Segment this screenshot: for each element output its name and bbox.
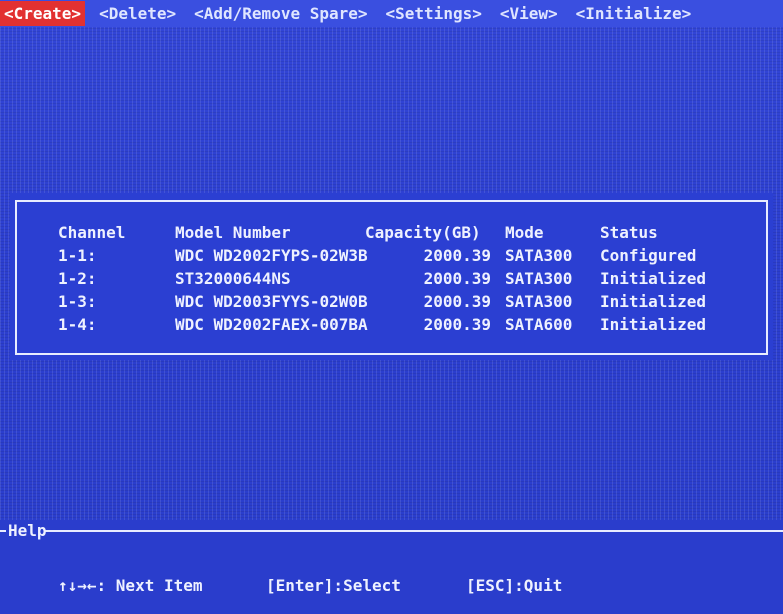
header-status: Status bbox=[600, 223, 658, 242]
cell-channel: 1-3: bbox=[58, 292, 97, 311]
cell-mode: SATA300 bbox=[505, 292, 573, 311]
cell-channel: 1-2: bbox=[58, 269, 97, 288]
table-row[interactable]: 1-4: WDC WD2002FAEX-007BA 2000.39 SATA60… bbox=[58, 313, 750, 336]
cell-model: WDC WD2002FYPS-02W3B bbox=[175, 246, 368, 265]
cell-channel: 1-4: bbox=[58, 315, 97, 334]
cell-status: Configured bbox=[600, 246, 697, 265]
cell-model: WDC WD2002FAEX-007BA bbox=[175, 315, 368, 334]
menu-bar: <Create> <Delete> <Add/Remove Spare> <Se… bbox=[0, 0, 783, 27]
header-capacity: Capacity(GB) bbox=[365, 223, 481, 242]
cell-capacity: 2000.39 bbox=[423, 269, 491, 288]
header-channel: Channel bbox=[58, 223, 126, 242]
help-divider-left bbox=[0, 530, 6, 532]
menu-view[interactable]: <View> bbox=[496, 1, 562, 26]
drive-list-panel: Channel Model Number Capacity(GB) Mode S… bbox=[10, 193, 773, 360]
drive-table: Channel Model Number Capacity(GB) Mode S… bbox=[58, 221, 750, 336]
table-row[interactable]: 1-2: ST32000644NS 2000.39 SATA300 Initia… bbox=[58, 267, 750, 290]
cell-mode: SATA300 bbox=[505, 269, 573, 288]
help-panel: Help ↑↓→←: Next Item [Enter]:Select [ESC… bbox=[0, 520, 783, 614]
menu-create[interactable]: <Create> bbox=[0, 1, 86, 26]
cell-capacity: 2000.39 bbox=[423, 246, 491, 265]
cell-model: ST32000644NS bbox=[175, 269, 291, 288]
cell-capacity: 2000.39 bbox=[423, 315, 491, 334]
hint-enter-select: [Enter]:Select bbox=[266, 576, 401, 595]
menu-settings[interactable]: <Settings> bbox=[382, 1, 486, 26]
table-row[interactable]: 1-3: WDC WD2003FYYS-02W0B 2000.39 SATA30… bbox=[58, 290, 750, 313]
table-row[interactable]: 1-1: WDC WD2002FYPS-02W3B 2000.39 SATA30… bbox=[58, 244, 750, 267]
menu-delete[interactable]: <Delete> bbox=[95, 1, 180, 26]
cell-channel: 1-1: bbox=[58, 246, 97, 265]
cell-model: WDC WD2003FYYS-02W0B bbox=[175, 292, 368, 311]
menu-initialize[interactable]: <Initialize> bbox=[572, 1, 696, 26]
hint-esc-quit: [ESC]:Quit bbox=[466, 576, 563, 595]
hint-next-item: ↑↓→←: Next Item bbox=[58, 576, 203, 595]
header-model: Model Number bbox=[175, 223, 291, 242]
help-title: Help bbox=[8, 521, 47, 540]
cell-status: Initialized bbox=[600, 292, 706, 311]
help-divider bbox=[45, 530, 783, 532]
help-key-hints: ↑↓→←: Next Item [Enter]:Select [ESC]:Qui… bbox=[58, 576, 562, 595]
cell-capacity: 2000.39 bbox=[423, 292, 491, 311]
cell-status: Initialized bbox=[600, 269, 706, 288]
menu-add-remove-spare[interactable]: <Add/Remove Spare> bbox=[190, 1, 371, 26]
header-mode: Mode bbox=[505, 223, 544, 242]
cell-status: Initialized bbox=[600, 315, 706, 334]
cell-mode: SATA300 bbox=[505, 246, 573, 265]
table-header-row: Channel Model Number Capacity(GB) Mode S… bbox=[58, 221, 750, 244]
cell-mode: SATA600 bbox=[505, 315, 573, 334]
